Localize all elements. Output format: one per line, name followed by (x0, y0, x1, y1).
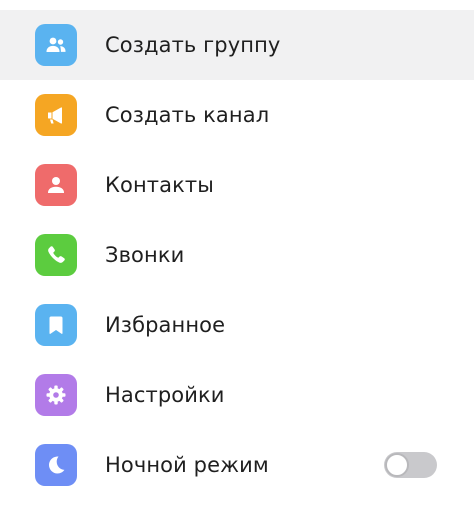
group-icon (35, 24, 77, 66)
menu-item-label: Избранное (105, 313, 226, 337)
side-menu: Создать группу Создать канал Контакты Зв… (0, 0, 474, 511)
menu-item-label: Создать канал (105, 103, 270, 127)
moon-icon (35, 444, 77, 486)
menu-item-create-group[interactable]: Создать группу (0, 10, 474, 80)
menu-item-label: Контакты (105, 173, 214, 197)
menu-item-label: Ночной режим (105, 453, 269, 477)
bookmark-icon (35, 304, 77, 346)
menu-item-contacts[interactable]: Контакты (0, 150, 474, 220)
menu-item-create-channel[interactable]: Создать канал (0, 80, 474, 150)
toggle-knob (385, 453, 409, 477)
gear-icon (35, 374, 77, 416)
person-icon (35, 164, 77, 206)
phone-icon (35, 234, 77, 276)
night-mode-toggle[interactable] (384, 452, 437, 478)
menu-item-calls[interactable]: Звонки (0, 220, 474, 290)
menu-item-saved-messages[interactable]: Избранное (0, 290, 474, 360)
menu-item-label: Создать группу (105, 33, 281, 57)
megaphone-icon (35, 94, 77, 136)
menu-item-settings[interactable]: Настройки (0, 360, 474, 430)
menu-item-label: Настройки (105, 383, 225, 407)
menu-item-label: Звонки (105, 243, 185, 267)
menu-item-night-mode[interactable]: Ночной режим (0, 430, 474, 500)
